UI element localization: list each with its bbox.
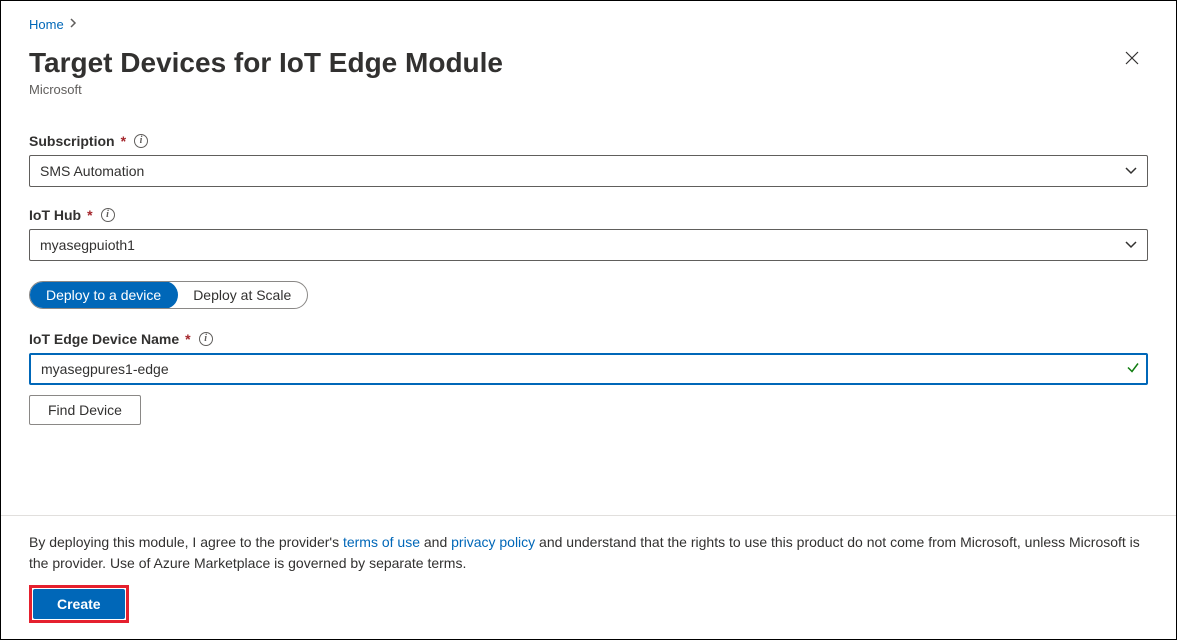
create-highlight: Create — [29, 585, 129, 623]
footer-text: By deploying this module, I agree to the… — [29, 532, 1148, 573]
chevron-down-icon — [1125, 241, 1137, 249]
close-button[interactable] — [1116, 46, 1148, 74]
find-device-button[interactable]: Find Device — [29, 395, 141, 425]
info-icon[interactable]: i — [199, 332, 213, 346]
info-icon[interactable]: i — [101, 208, 115, 222]
chevron-right-icon — [70, 18, 78, 31]
check-icon — [1126, 360, 1140, 377]
privacy-link[interactable]: privacy policy — [451, 534, 535, 550]
subscription-select[interactable]: SMS Automation — [29, 155, 1148, 187]
required-icon: * — [121, 133, 126, 149]
close-icon — [1124, 50, 1140, 66]
footer: By deploying this module, I agree to the… — [1, 515, 1176, 639]
iothub-value: myasegpuioth1 — [40, 237, 135, 253]
create-button[interactable]: Create — [33, 589, 125, 619]
devicename-input[interactable] — [29, 353, 1148, 385]
terms-link[interactable]: terms of use — [343, 534, 420, 550]
page-subtitle: Microsoft — [29, 82, 503, 97]
chevron-down-icon — [1125, 167, 1137, 175]
subscription-label: Subscription * i — [29, 133, 1148, 149]
toggle-deploy-device[interactable]: Deploy to a device — [29, 281, 178, 309]
info-icon[interactable]: i — [134, 134, 148, 148]
iothub-label: IoT Hub * i — [29, 207, 1148, 223]
required-icon: * — [185, 331, 190, 347]
page-title: Target Devices for IoT Edge Module — [29, 46, 503, 80]
required-icon: * — [87, 207, 92, 223]
deploy-mode-toggle: Deploy to a device Deploy at Scale — [29, 281, 308, 309]
iothub-select[interactable]: myasegpuioth1 — [29, 229, 1148, 261]
breadcrumb-home-link[interactable]: Home — [29, 17, 64, 32]
toggle-deploy-scale[interactable]: Deploy at Scale — [177, 282, 307, 308]
subscription-value: SMS Automation — [40, 163, 144, 179]
breadcrumb: Home — [29, 17, 1148, 32]
devicename-label: IoT Edge Device Name * i — [29, 331, 1148, 347]
